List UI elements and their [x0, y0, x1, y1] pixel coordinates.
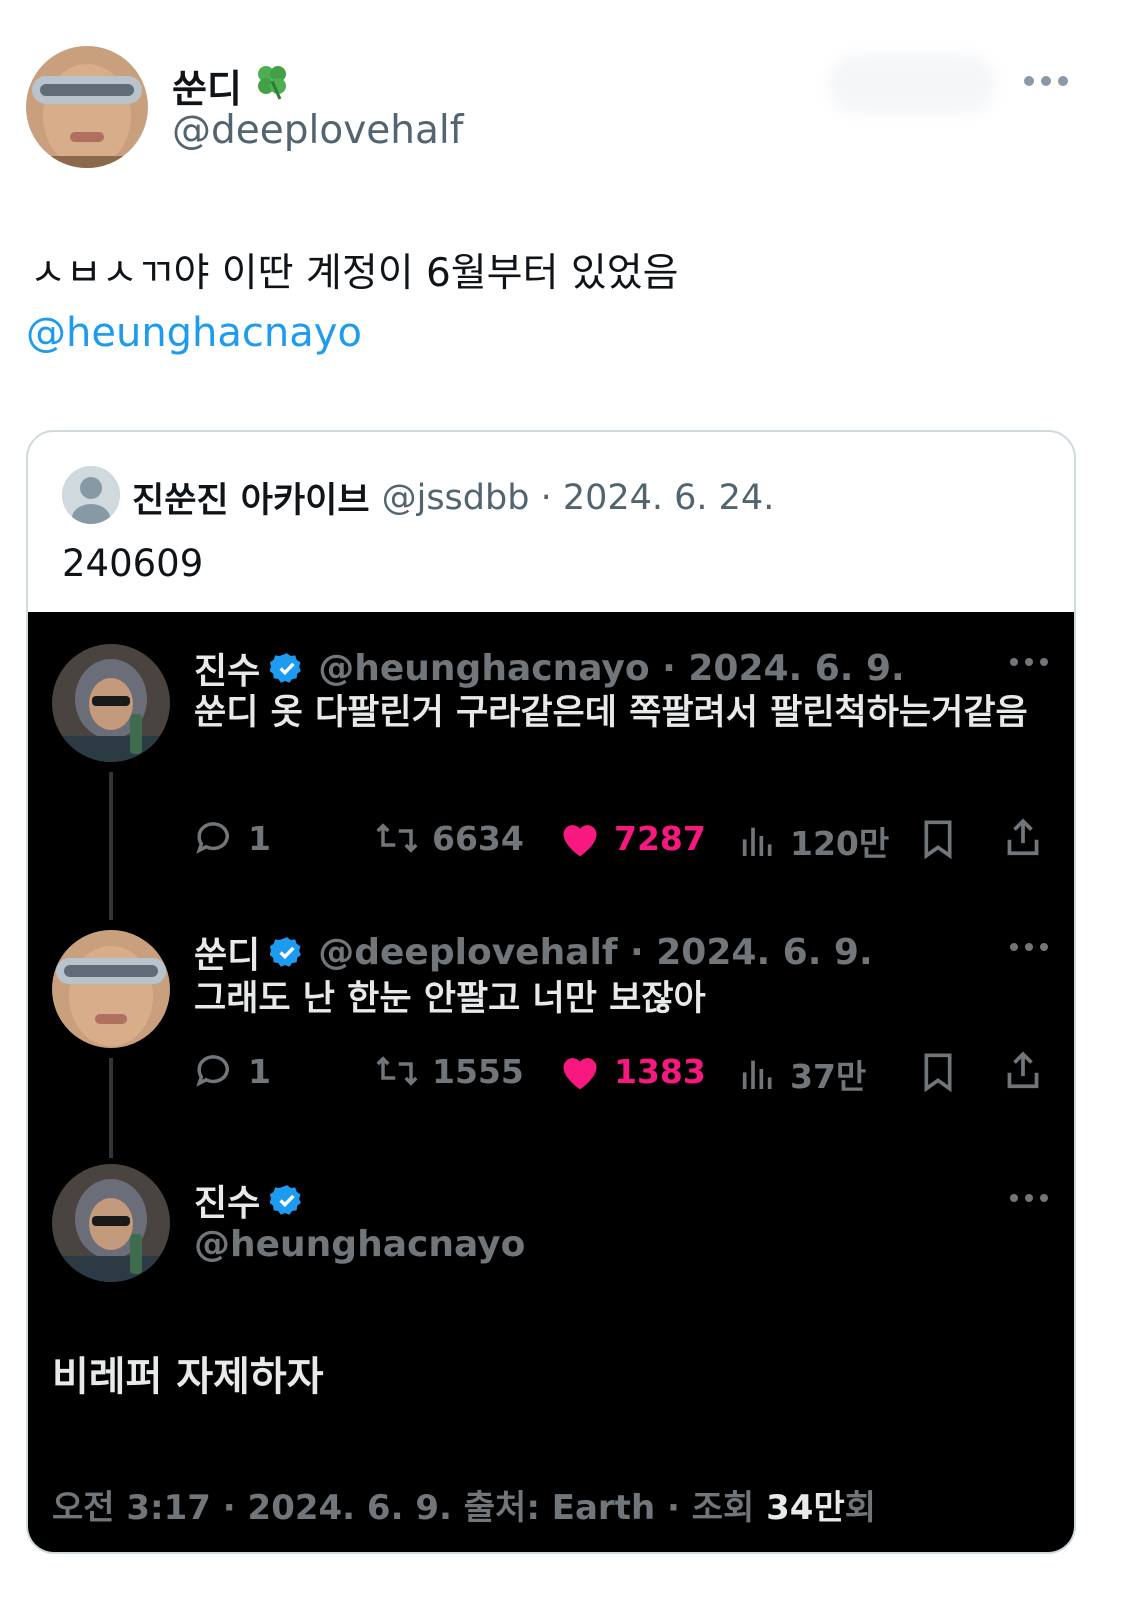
display-name[interactable]: 쑨디: [172, 58, 292, 113]
quoted-tweet-card[interactable]: 진쑨진 아카이브 @jssdbb · 2024. 6. 24. 240609 진…: [26, 430, 1076, 1554]
repost-count: 1555: [432, 1051, 524, 1091]
reply-count: 1: [248, 818, 271, 858]
more-options-icon[interactable]: [1010, 943, 1048, 951]
timestamp-source: 오전 3:17 · 2024. 6. 9. 출처: Earth · 조회: [52, 1488, 767, 1528]
heart-icon: [563, 1058, 597, 1090]
quoted-tweet-text: 240609: [62, 542, 204, 585]
like-button[interactable]: 7287: [558, 817, 706, 859]
reply-icon: [196, 1055, 229, 1087]
follow-button[interactable]: [828, 54, 996, 114]
reply-icon: [196, 822, 229, 854]
heart-icon: [563, 825, 597, 857]
post-timestamp-footer: 오전 3:17 · 2024. 6. 9. 출처: Earth · 조회 34만…: [52, 1480, 876, 1529]
quoted-tweet-header: 진쑨진 아카이브 @jssdbb · 2024. 6. 24.: [132, 472, 774, 523]
views-button[interactable]: 120만: [738, 817, 889, 865]
verified-badge-icon: [270, 937, 302, 967]
thread-line: [109, 1058, 113, 1158]
repost-icon: [376, 1056, 418, 1086]
author-name[interactable]: 진수: [194, 1174, 260, 1226]
share-icon[interactable]: [1002, 816, 1044, 860]
verified-badge-icon: [270, 653, 302, 683]
profile-avatar[interactable]: [26, 46, 148, 168]
embedded-screenshot[interactable]: 진수 @heunghacnayo · 2024. 6. 9. 쑨디 옷 다팔린거…: [28, 612, 1074, 1552]
like-button[interactable]: 1383: [558, 1050, 706, 1092]
reply-count: 1: [248, 1051, 271, 1091]
like-count: 1383: [614, 1051, 706, 1091]
share-icon[interactable]: [1002, 1049, 1044, 1093]
repost-button[interactable]: 1555: [374, 1050, 524, 1092]
like-count: 7287: [614, 818, 706, 858]
bookmark-icon[interactable]: [918, 1050, 958, 1094]
repost-icon: [376, 823, 418, 853]
author-name[interactable]: 쑨디: [194, 926, 260, 978]
verified-badge-icon: [270, 1185, 302, 1215]
quoted-author-name[interactable]: 진쑨진 아카이브: [132, 472, 370, 523]
views-count: 120만: [790, 824, 890, 863]
post-header: 진수 @heunghacnayo · 2024. 6. 9.: [194, 642, 905, 694]
avatar: [52, 930, 170, 1048]
author-meta: @deeplovehalf · 2024. 6. 9.: [318, 931, 873, 973]
default-avatar-icon: [62, 466, 120, 524]
reply-button[interactable]: 1: [194, 817, 271, 859]
avatar: [52, 1164, 170, 1282]
view-count-suffix: 회: [844, 1488, 877, 1528]
post-header: 진수: [194, 1174, 304, 1226]
view-count: 34만: [766, 1488, 845, 1528]
views-button[interactable]: 37만: [738, 1050, 866, 1098]
analytics-icon: [742, 1060, 772, 1089]
author-meta: @heunghacnayo · 2024. 6. 9.: [318, 647, 905, 689]
author-name[interactable]: 진수: [194, 642, 260, 694]
thread-line: [109, 772, 113, 920]
more-options-icon[interactable]: [1024, 64, 1074, 98]
analytics-icon: [742, 827, 772, 856]
repost-count: 6634: [432, 818, 524, 858]
username-handle[interactable]: @deeplovehalf: [172, 108, 463, 153]
views-count: 37만: [790, 1057, 867, 1096]
quoted-author-meta: @jssdbb · 2024. 6. 24.: [381, 477, 775, 518]
more-options-icon[interactable]: [1010, 1194, 1048, 1202]
four-leaf-clover-icon: [252, 61, 292, 110]
more-options-icon[interactable]: [1010, 658, 1048, 666]
post-text: 비레퍼 자제하자: [52, 1354, 324, 1400]
reply-button[interactable]: 1: [194, 1050, 271, 1092]
avatar: [52, 644, 170, 762]
display-name-text: 쑨디: [172, 67, 242, 111]
tweet-text: ㅅㅂㅅㄲ야 이딴 계정이 6월부터 있었음: [30, 251, 679, 296]
post-text: 그래도 난 한눈 안팔고 너만 보잖아: [194, 979, 706, 1019]
bookmark-icon[interactable]: [918, 817, 958, 861]
mention-link[interactable]: @heunghacnayo: [26, 310, 362, 356]
author-handle[interactable]: @heunghacnayo: [194, 1224, 525, 1265]
post-text: 쑨디 옷 다팔린거 구라같은데 쪽팔려서 팔린척하는거같음: [194, 693, 1028, 733]
post-header: 쑨디 @deeplovehalf · 2024. 6. 9.: [194, 926, 873, 978]
repost-button[interactable]: 6634: [374, 817, 524, 859]
